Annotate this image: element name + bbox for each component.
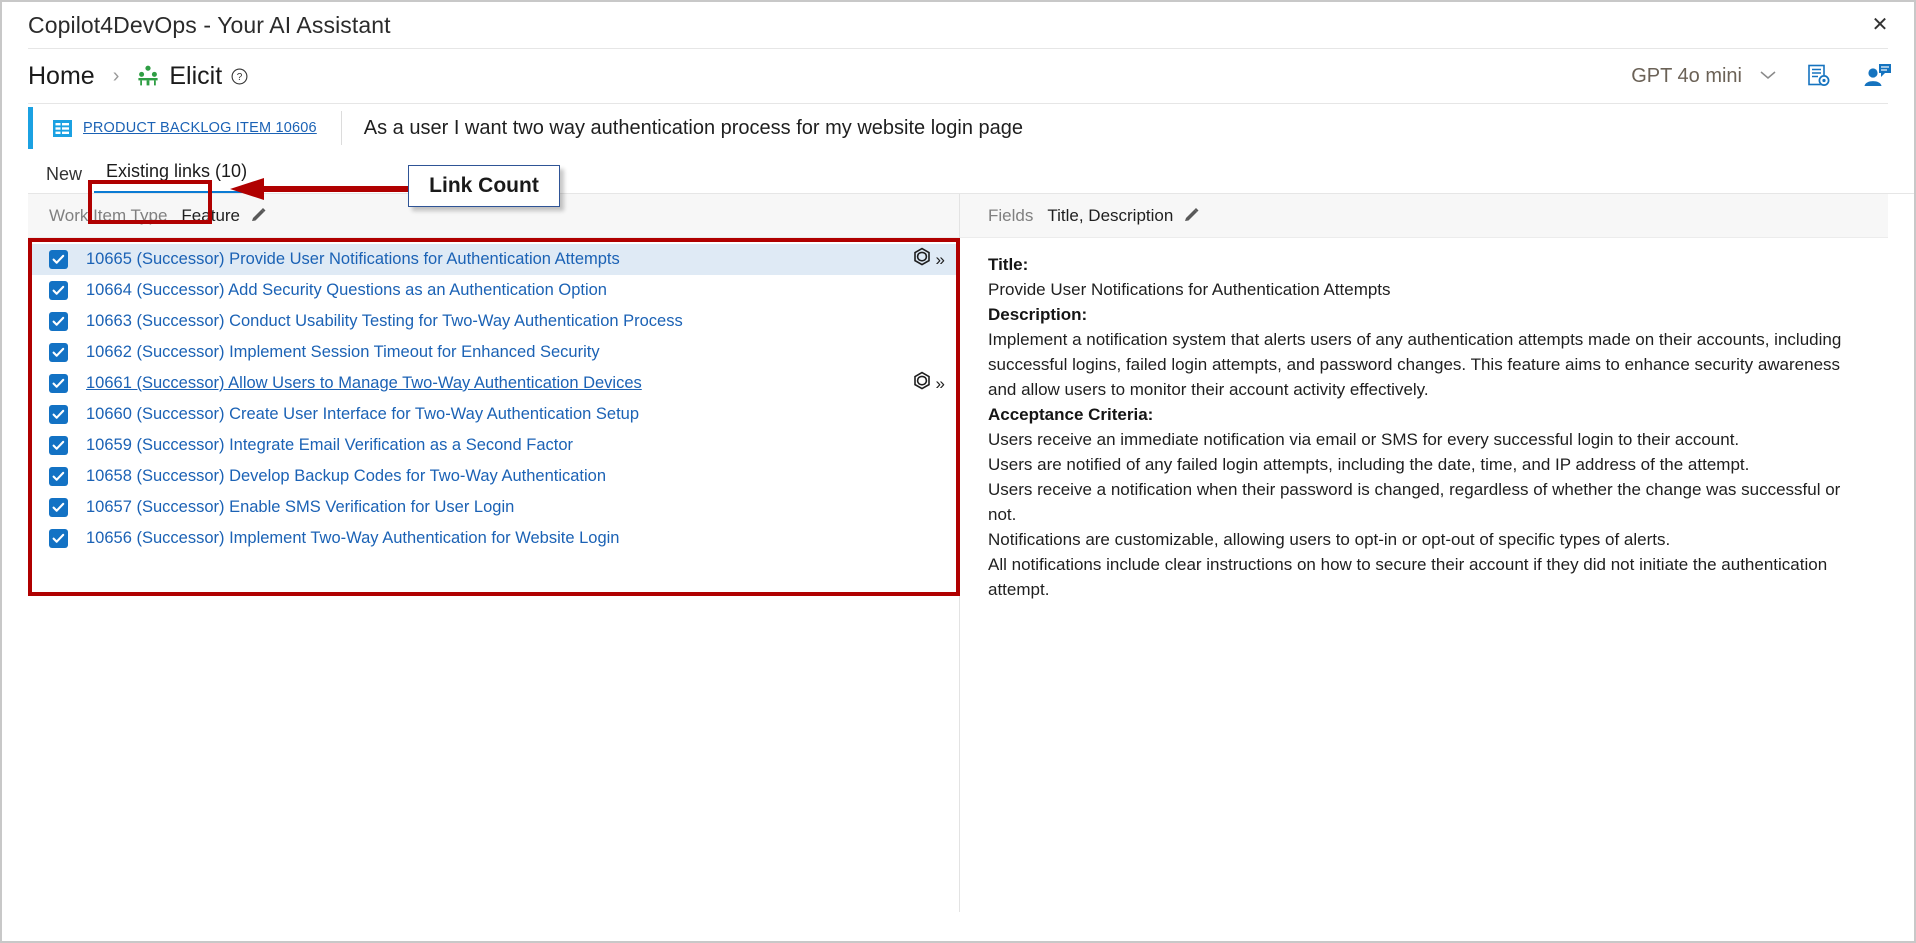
meeting-people-icon <box>136 64 160 88</box>
row-checkbox[interactable] <box>49 250 68 269</box>
detail-description-label: Description: <box>988 305 1088 324</box>
breadcrumb-separator: › <box>112 64 120 87</box>
row-checkbox[interactable] <box>49 498 68 517</box>
link-row[interactable]: 10659 (Successor) Integrate Email Verifi… <box>28 430 959 461</box>
link-row[interactable]: 10663 (Successor) Conduct Usability Test… <box>28 306 959 337</box>
link-row-label[interactable]: 10659 (Successor) Integrate Email Verifi… <box>86 436 573 455</box>
backlog-item-icon <box>52 118 73 139</box>
user-chat-icon[interactable] <box>1862 63 1892 89</box>
fields-label: Fields <box>988 205 1034 225</box>
breadcrumb: Home › Elicit ? GPT 4o mini <box>2 49 1914 103</box>
links-pane: Work Item Type Feature 10665 (Successor)… <box>28 194 960 912</box>
acceptance-criteria-line: Notifications are customizable, allowing… <box>988 530 1671 549</box>
chevron-double-right-icon[interactable]: » <box>936 375 945 392</box>
acceptance-criteria-line: All notifications include clear instruct… <box>988 555 1828 599</box>
chevron-double-right-icon[interactable]: » <box>936 251 945 268</box>
link-row-label[interactable]: 10660 (Successor) Create User Interface … <box>86 405 639 424</box>
work-item-title: As a user I want two way authentication … <box>363 116 1024 139</box>
document-settings-icon[interactable] <box>1806 63 1832 89</box>
link-row-label[interactable]: 10658 (Successor) Develop Backup Codes f… <box>86 467 606 486</box>
help-circle-icon[interactable]: ? <box>231 68 248 85</box>
link-row[interactable]: 10661 (Successor) Allow Users to Manage … <box>28 368 959 399</box>
annotation-callout: Link Count <box>408 165 560 207</box>
model-selector-label[interactable]: GPT 4o mini <box>1631 65 1742 88</box>
fields-selector: Fields Title, Description <box>960 194 1888 238</box>
row-checkbox[interactable] <box>49 343 68 362</box>
detail-title-value: Provide User Notifications for Authentic… <box>988 280 1391 299</box>
links-list: 10665 (Successor) Provide User Notificat… <box>28 238 959 554</box>
link-row-label[interactable]: 10664 (Successor) Add Security Questions… <box>86 281 607 300</box>
acceptance-criteria-line: Users are notified of any failed login a… <box>988 455 1750 474</box>
app-title: Copilot4DevOps - Your AI Assistant <box>28 11 391 38</box>
annotation-arrow <box>230 177 410 206</box>
header-actions: GPT 4o mini <box>1631 63 1892 89</box>
work-item-type-link[interactable]: PRODUCT BACKLOG ITEM 10606 <box>83 120 317 136</box>
page-title: Elicit <box>169 61 223 90</box>
row-checkbox[interactable] <box>49 436 68 455</box>
link-row-label[interactable]: 10662 (Successor) Implement Session Time… <box>86 343 600 362</box>
detail-acceptance-list: Users receive an immediate notification … <box>988 427 1862 602</box>
work-item-type-value[interactable]: Feature <box>181 206 240 226</box>
link-row[interactable]: 10662 (Successor) Implement Session Time… <box>28 337 959 368</box>
row-checkbox[interactable] <box>49 281 68 300</box>
svg-text:?: ? <box>237 72 243 83</box>
tab-new[interactable]: New <box>34 164 94 194</box>
link-row-label[interactable]: 10656 (Successor) Implement Two-Way Auth… <box>86 529 619 548</box>
link-row[interactable]: 10660 (Successor) Create User Interface … <box>28 399 959 430</box>
acceptance-criteria-line: Users receive a notification when their … <box>988 480 1841 524</box>
detail-acceptance-label: Acceptance Criteria: <box>988 405 1154 424</box>
link-row-label[interactable]: 10661 (Successor) Allow Users to Manage … <box>86 374 642 393</box>
copilot-hex-icon[interactable] <box>912 247 932 272</box>
link-row[interactable]: 10658 (Successor) Develop Backup Codes f… <box>28 461 959 492</box>
link-row[interactable]: 10664 (Successor) Add Security Questions… <box>28 275 959 306</box>
detail-title-label: Title: <box>988 255 1029 274</box>
pencil-icon[interactable] <box>250 207 267 224</box>
annotation-callout-label: Link Count <box>429 174 539 197</box>
detail-content: Title: Provide User Notifications for Au… <box>960 238 1888 602</box>
link-row-label[interactable]: 10665 (Successor) Provide User Notificat… <box>86 250 620 269</box>
header-divider <box>340 111 342 145</box>
link-row[interactable]: 10665 (Successor) Provide User Notificat… <box>28 244 959 275</box>
row-actions[interactable]: » <box>912 247 945 272</box>
accent-bar <box>28 107 33 149</box>
work-item-type-label: Work Item Type <box>49 205 168 225</box>
details-pane: Fields Title, Description Title: Provide… <box>960 194 1888 912</box>
row-checkbox[interactable] <box>49 374 68 393</box>
row-checkbox[interactable] <box>49 405 68 424</box>
breadcrumb-home[interactable]: Home <box>28 62 95 91</box>
fields-value[interactable]: Title, Description <box>1047 206 1173 226</box>
link-row-label[interactable]: 10657 (Successor) Enable SMS Verificatio… <box>86 498 514 517</box>
content-area: Work Item Type Feature 10665 (Successor)… <box>28 194 1888 912</box>
app-window: Copilot4DevOps - Your AI Assistant ✕ Hom… <box>0 0 1916 943</box>
row-checkbox[interactable] <box>49 529 68 548</box>
close-icon[interactable]: ✕ <box>1860 8 1900 42</box>
acceptance-criteria-line: Users receive an immediate notification … <box>988 430 1740 449</box>
detail-description-value: Implement a notification system that ale… <box>988 330 1842 399</box>
title-bar: Copilot4DevOps - Your AI Assistant ✕ <box>2 2 1914 48</box>
row-actions[interactable]: » <box>912 371 945 396</box>
link-row-label[interactable]: 10663 (Successor) Conduct Usability Test… <box>86 312 683 331</box>
link-row[interactable]: 10656 (Successor) Implement Two-Way Auth… <box>28 523 959 554</box>
copilot-hex-icon[interactable] <box>912 371 932 396</box>
row-checkbox[interactable] <box>49 312 68 331</box>
work-item-header: PRODUCT BACKLOG ITEM 10606 As a user I w… <box>28 104 1914 152</box>
chevron-down-icon[interactable] <box>1758 69 1778 84</box>
pencil-icon[interactable] <box>1183 207 1200 224</box>
link-row[interactable]: 10657 (Successor) Enable SMS Verificatio… <box>28 492 959 523</box>
row-checkbox[interactable] <box>49 467 68 486</box>
